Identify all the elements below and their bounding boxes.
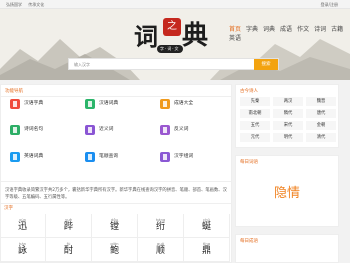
- daily-idiom-panel: 每日成语: [235, 234, 339, 263]
- char-cell[interactable]: xùn 迅: [0, 214, 46, 238]
- main-nav: 首页 字典 词典 成语 作文 诗词 古籍英语: [229, 24, 350, 42]
- nav-guji[interactable]: 古籍: [331, 24, 343, 33]
- idiom-icon: [160, 99, 170, 109]
- antonym-icon: [160, 125, 170, 135]
- dynasty-link[interactable]: 两汉: [273, 97, 303, 106]
- dynasty-link[interactable]: 明代: [273, 133, 303, 142]
- tool-chengyu[interactable]: 成语大全: [160, 99, 226, 117]
- dynasty-link[interactable]: 南北朝: [240, 109, 270, 118]
- char-cell[interactable]: yuè 跸: [46, 214, 92, 238]
- dictionary-intro: 汉语字典收录简繁汉字共2万多个，囊括新华字典所有汉字。新华字典在线查询汉字的拼音…: [5, 188, 227, 200]
- char-cell[interactable]: tīng 鼎: [184, 238, 230, 262]
- tool-zuci[interactable]: 汉字组词: [160, 152, 226, 170]
- site-logo[interactable]: 词 之 典 字·词·文: [122, 15, 218, 55]
- dynasty-link[interactable]: 清代: [306, 133, 336, 142]
- logo-subtitle: 字·词·文: [157, 45, 183, 53]
- topbar-link-guoxue[interactable]: 弘扬国学: [6, 2, 22, 7]
- char-section-title: 汉字: [4, 206, 13, 211]
- tool-shici[interactable]: 诗词名句: [10, 125, 76, 143]
- dynasty-link[interactable]: 魏晋: [306, 97, 336, 106]
- tool-bishun[interactable]: 笔顺查询: [85, 152, 151, 170]
- nav-home[interactable]: 首页: [229, 24, 241, 33]
- dynasty-link[interactable]: 五代: [240, 121, 270, 130]
- char-cell[interactable]: qiān 鲍: [92, 238, 138, 262]
- daily-word[interactable]: 隐情: [236, 182, 338, 201]
- tool-hanyu-cidian[interactable]: 汉语词典: [85, 99, 151, 117]
- dictionary-icon: [10, 99, 20, 109]
- login-link[interactable]: 登录/注册: [321, 0, 338, 9]
- top-bar: 弘扬国学 传承文化 登录/注册: [0, 0, 350, 9]
- tool-fanyici[interactable]: 反义词: [160, 125, 226, 143]
- poets-panel-title: 古今诗人: [240, 89, 258, 94]
- char-cell[interactable]: hán 詠: [0, 238, 46, 262]
- dynasty-link[interactable]: 宋代: [273, 121, 303, 130]
- nav-chengyu[interactable]: 成语: [280, 24, 292, 33]
- word-group-icon: [160, 152, 170, 162]
- stroke-icon: [85, 152, 95, 162]
- dynasty-link[interactable]: 唐代: [306, 109, 336, 118]
- daily-idiom-title: 每日成语: [240, 239, 258, 244]
- char-cell[interactable]: chū 蜒: [184, 214, 230, 238]
- poets-panel: 古今诗人 先秦 两汉 魏晋 南北朝 隋代 唐代 五代 宋代 金朝 元代 明代 清…: [235, 84, 339, 148]
- english-icon: [10, 152, 20, 162]
- synonym-icon: [85, 125, 95, 135]
- nav-yingyu[interactable]: 英语: [229, 33, 241, 42]
- search-button[interactable]: 搜索: [254, 59, 278, 70]
- dynasty-link[interactable]: 元代: [240, 133, 270, 142]
- logo-char-dian: 典: [182, 21, 209, 51]
- daily-word-title: 每日词语: [240, 160, 258, 165]
- tool-hanyu-zidian[interactable]: 汉语字典: [10, 99, 76, 117]
- char-cell[interactable]: fù 酎: [46, 238, 92, 262]
- daily-word-panel: 每日词语 隐情: [235, 155, 339, 227]
- dynasty-link[interactable]: 隋代: [273, 109, 303, 118]
- search-input[interactable]: 输入汉字: [74, 59, 90, 70]
- dynasty-link[interactable]: 先秦: [240, 97, 270, 106]
- char-cell[interactable]: háng 绗: [138, 214, 184, 238]
- logo-seal: 之: [163, 18, 181, 36]
- logo-char-ci: 词: [134, 22, 158, 51]
- book-icon: [85, 99, 95, 109]
- tool-yingyu[interactable]: 英语词典: [10, 152, 76, 170]
- topbar-link-culture[interactable]: 传承文化: [28, 2, 44, 7]
- nav-zidian[interactable]: 字典: [246, 24, 258, 33]
- poetry-icon: [10, 125, 20, 135]
- tools-section-title: 功能导航: [5, 89, 23, 94]
- dynasty-link[interactable]: 金朝: [306, 121, 336, 130]
- search-bar: 输入汉字 搜索: [68, 58, 279, 70]
- char-cell[interactable]: dǒu 镗: [92, 214, 138, 238]
- nav-shici[interactable]: 诗词: [314, 24, 326, 33]
- tool-jinyici[interactable]: 近义词: [85, 125, 151, 143]
- nav-cidian[interactable]: 词典: [263, 24, 275, 33]
- char-cell[interactable]: guō 顺: [138, 238, 184, 262]
- nav-zuowen[interactable]: 作文: [297, 24, 309, 33]
